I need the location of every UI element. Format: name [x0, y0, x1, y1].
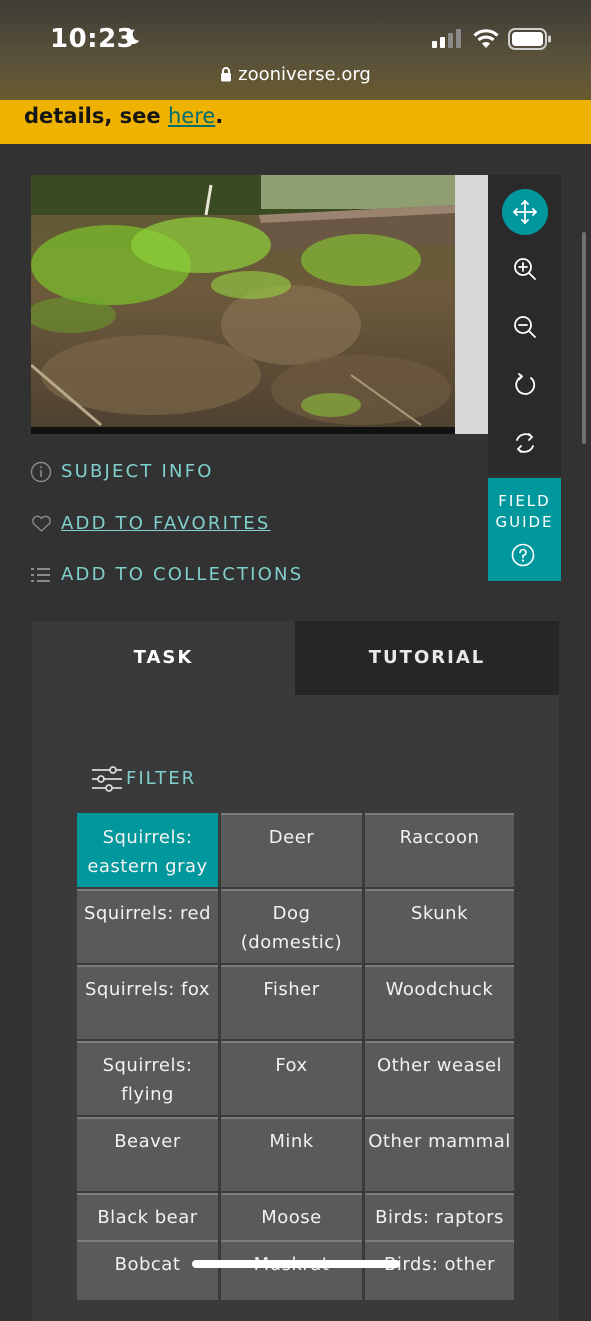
reset-button[interactable]: [502, 420, 548, 466]
field-guide-label-line2: GUIDE: [495, 513, 554, 531]
do-not-disturb-moon-icon: [125, 29, 140, 45]
subject-info-label: SUBJECT INFO: [61, 461, 214, 482]
choice-other-weasel[interactable]: Other weasel: [365, 1041, 514, 1115]
subject-image[interactable]: [31, 175, 455, 434]
lock-icon: [221, 67, 232, 82]
cellular-signal-icon: [432, 29, 461, 48]
list-icon: [31, 568, 50, 582]
banner-text: details, see here.: [24, 101, 223, 131]
choice-muskrat[interactable]: Muskrat: [221, 1240, 362, 1300]
reset-icon: [516, 433, 534, 453]
choice-squirrels-red[interactable]: Squirrels: red: [77, 889, 218, 963]
field-guide-label: FIELD GUIDE: [488, 491, 561, 533]
choice-fox[interactable]: Fox: [221, 1041, 362, 1115]
choice-squirrels-flying[interactable]: Squirrels: flying: [77, 1041, 218, 1115]
choice-bobcat[interactable]: Bobcat: [77, 1240, 218, 1300]
url-text: zooniverse.org: [238, 64, 371, 85]
filter-sliders-icon: [92, 766, 122, 792]
field-guide-label-line1: FIELD: [498, 492, 551, 510]
info-icon: [30, 461, 52, 483]
zoom-in-icon: [514, 258, 536, 280]
banner-here-link[interactable]: here: [168, 104, 215, 128]
choice-mink[interactable]: Mink: [221, 1117, 362, 1191]
tab-task[interactable]: TASK: [32, 621, 295, 695]
banner-text-end: .: [215, 104, 224, 128]
choice-deer[interactable]: Deer: [221, 813, 362, 887]
banner-text-start: details, see: [24, 104, 168, 128]
heart-icon: [32, 515, 51, 532]
move-icon: [513, 200, 537, 224]
zoom-out-button[interactable]: [502, 304, 548, 350]
page-scrollbar[interactable]: [582, 232, 586, 444]
zoom-in-button[interactable]: [502, 246, 548, 292]
add-to-collections-label: ADD TO COLLECTIONS: [61, 564, 304, 585]
choice-other-mammal[interactable]: Other mammal: [365, 1117, 514, 1191]
choice-raccoon[interactable]: Raccoon: [365, 813, 514, 887]
move-button[interactable]: [502, 189, 548, 235]
add-to-favorites-label: ADD TO FAVORITES: [61, 513, 271, 534]
battery-icon: [508, 28, 551, 50]
choice-squirrels-eastern-gray[interactable]: Squirrels: eastern gray: [77, 813, 218, 887]
choice-woodchuck[interactable]: Woodchuck: [365, 965, 514, 1039]
wifi-icon: [473, 29, 499, 48]
choice-squirrels-fox[interactable]: Squirrels: fox: [77, 965, 218, 1039]
rotate-button[interactable]: [502, 362, 548, 408]
choice-dog-domestic[interactable]: Dog (domestic): [221, 889, 362, 963]
choice-skunk[interactable]: Skunk: [365, 889, 514, 963]
rotate-icon: [515, 373, 536, 395]
help-circle-icon: [511, 543, 535, 567]
choice-birds-other[interactable]: Birds: other: [365, 1240, 514, 1300]
image-frame-edge: [455, 175, 488, 434]
address-bar[interactable]: zooniverse.org: [0, 64, 591, 85]
trail-camera-photo: [31, 175, 455, 434]
choice-beaver[interactable]: Beaver: [77, 1117, 218, 1191]
zoom-out-icon: [514, 316, 536, 338]
filter-label: FILTER: [126, 768, 197, 789]
home-indicator[interactable]: [192, 1260, 400, 1268]
choice-fisher[interactable]: Fisher: [221, 965, 362, 1039]
tab-tutorial[interactable]: TUTORIAL: [295, 621, 559, 695]
